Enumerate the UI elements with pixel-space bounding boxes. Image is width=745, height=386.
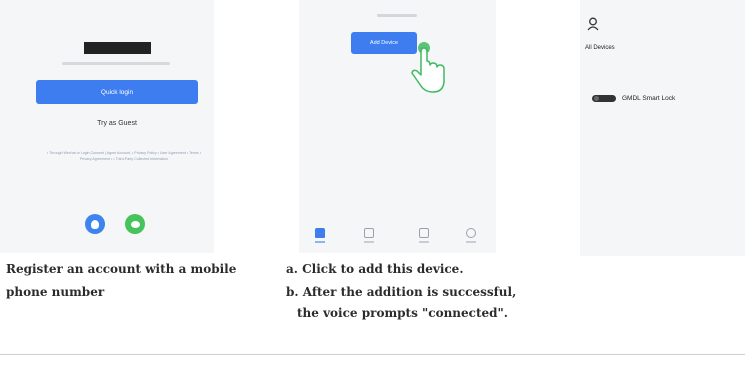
user-icon	[91, 219, 99, 229]
divider-line	[0, 354, 745, 355]
tab-home[interactable]	[310, 228, 330, 243]
device-list-item[interactable]: GMDL Smart Lock	[592, 86, 745, 110]
sign-in-option-blue[interactable]	[85, 214, 105, 234]
device-list-screen: All Devices GMDL Smart Lock	[580, 0, 745, 256]
wechat-icon	[130, 220, 140, 228]
add-device-button[interactable]: Add Device	[351, 32, 417, 54]
login-screen: Quick login Try as Guest • Through Wecha…	[0, 0, 214, 253]
step2a-caption: a. Click to add this device.	[286, 262, 464, 276]
tab-label	[315, 241, 325, 243]
hint-line	[377, 14, 417, 17]
try-as-guest-link[interactable]: Try as Guest	[36, 120, 198, 127]
wechat-login-button[interactable]	[125, 214, 145, 234]
tab-scene[interactable]	[359, 228, 379, 243]
agreement-text: • Through Wechat or Login Consent | Agre…	[46, 151, 202, 161]
bottom-tab-bar	[299, 222, 496, 253]
redacted-phone-number	[84, 42, 151, 54]
quick-login-button[interactable]: Quick login	[36, 80, 198, 104]
step2c-caption: the voice prompts "connected".	[297, 306, 508, 320]
device-name: GMDL Smart Lock	[622, 94, 676, 102]
tab-profile[interactable]	[461, 228, 481, 243]
hint-line	[62, 62, 170, 65]
gear-icon	[419, 228, 429, 238]
tab-label	[364, 241, 374, 243]
step2b-caption: b. After the addition is successful,	[286, 285, 517, 299]
all-devices-heading: All Devices	[585, 45, 615, 51]
pointing-hand-icon	[411, 42, 445, 93]
step1-caption: Register an account with a mobile phone …	[6, 262, 237, 299]
home-icon	[315, 228, 325, 238]
tab-label	[466, 241, 476, 243]
tab-label	[419, 241, 429, 243]
tab-smart[interactable]	[414, 228, 434, 243]
home-screen: Add Device	[299, 0, 496, 253]
check-icon	[364, 228, 374, 238]
person-icon[interactable]	[587, 17, 599, 31]
smart-lock-icon	[592, 94, 616, 102]
profile-icon	[466, 228, 476, 238]
